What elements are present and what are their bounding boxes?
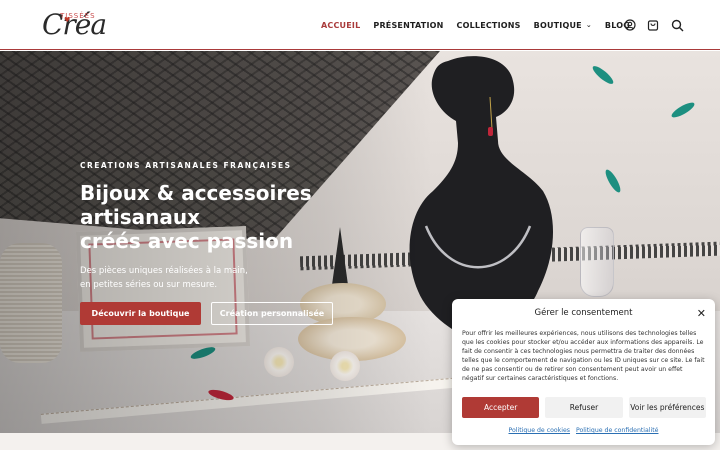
hero-title: Bijoux & accessoires artisanaux créés av… bbox=[80, 181, 380, 253]
cart-icon[interactable] bbox=[645, 17, 661, 33]
nav-label: COLLECTIONS bbox=[456, 20, 521, 30]
hero-title-line: créés avec passion bbox=[80, 229, 294, 253]
logo[interactable]: Créa TISSÉES ♥ bbox=[38, 6, 110, 44]
cookie-title: Gérer le consentement bbox=[534, 308, 633, 318]
nav-label: PRÉSENTATION bbox=[373, 20, 444, 30]
hero-subtitle-line: Des pièces uniques réalisées à la main, bbox=[80, 266, 248, 276]
hero-subtitle-line: en petites séries ou sur mesure. bbox=[80, 280, 218, 290]
user-icon[interactable] bbox=[622, 17, 638, 33]
chevron-down-icon: ⌄ bbox=[585, 21, 592, 29]
hero-subtitle: Des pièces uniques réalisées à la main, … bbox=[80, 264, 248, 292]
nav-item-collections[interactable]: COLLECTIONS bbox=[457, 21, 521, 30]
privacy-policy-link[interactable]: Politique de confidentialité bbox=[576, 427, 658, 434]
heart-icon: ♥ bbox=[64, 16, 71, 24]
accept-button[interactable]: Accepter bbox=[462, 397, 540, 418]
cookie-consent-dialog: Gérer le consentement ✕ Pour offrir les … bbox=[452, 299, 715, 445]
main-nav: ACCUEIL PRÉSENTATION COLLECTIONS BOUTIQU… bbox=[321, 0, 630, 50]
search-icon[interactable] bbox=[669, 17, 685, 33]
cookie-buttons: Accepter Refuser Voir les préférences bbox=[462, 397, 706, 418]
site-header: Créa TISSÉES ♥ ACCUEIL PRÉSENTATION COLL… bbox=[0, 0, 720, 50]
close-icon[interactable]: ✕ bbox=[697, 307, 706, 320]
cookie-links: Politique de cookies Politique de confid… bbox=[452, 427, 715, 434]
nav-label: BOUTIQUE bbox=[533, 20, 582, 30]
refuse-button[interactable]: Refuser bbox=[545, 397, 623, 418]
preferences-button[interactable]: Voir les préférences bbox=[628, 397, 706, 418]
nav-item-accueil[interactable]: ACCUEIL bbox=[321, 21, 360, 30]
hero-title-line: Bijoux & accessoires bbox=[80, 181, 312, 205]
hero-eyebrow: CREATIONS ARTISANALES FRANÇAISES bbox=[80, 161, 292, 170]
hero-title-line: artisanaux bbox=[80, 205, 201, 229]
nav-label: ACCUEIL bbox=[321, 20, 361, 30]
custom-creation-button[interactable]: Création personnalisée bbox=[211, 302, 333, 325]
cookie-text: Pour offrir les meilleures expériences, … bbox=[462, 330, 705, 382]
nav-item-presentation[interactable]: PRÉSENTATION bbox=[373, 21, 443, 30]
discover-shop-button[interactable]: Découvrir la boutique bbox=[80, 302, 201, 325]
cookie-policy-link[interactable]: Politique de cookies bbox=[509, 427, 571, 434]
nav-item-boutique[interactable]: BOUTIQUE ⌄ bbox=[534, 21, 592, 30]
